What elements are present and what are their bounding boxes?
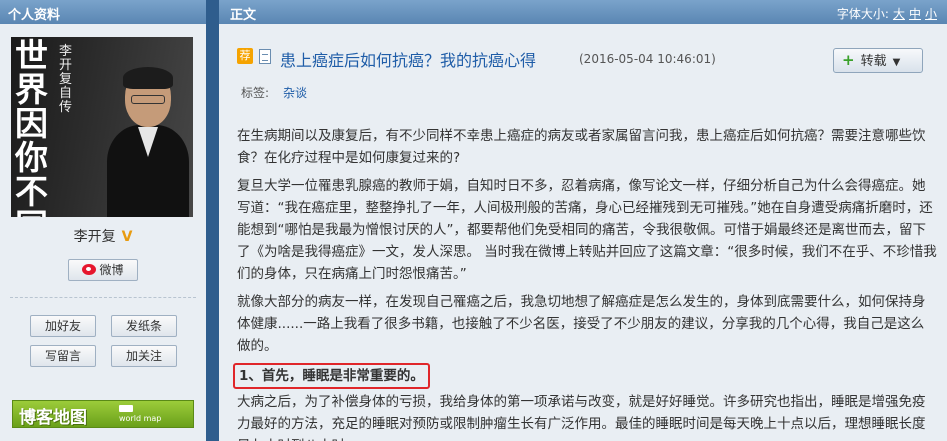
user-name-row: 李开复 V <box>0 226 206 246</box>
font-size-small[interactable]: 小 <box>925 7 937 21</box>
article-panel: 正文 字体大小: 大中小 荐 患上癌症后如何抗癌？我的抗癌心得 (2016-05-… <box>219 0 947 441</box>
leave-message-button[interactable]: 写留言 <box>30 345 96 367</box>
panel-gap <box>207 0 219 441</box>
tag-link[interactable]: 杂谈 <box>283 86 307 100</box>
paragraph: 复旦大学一位罹患乳腺癌的教师于娟，自知时日不多，忍着病痛，像写论文一样，仔细分析… <box>237 178 937 282</box>
send-note-button[interactable]: 发纸条 <box>111 315 177 337</box>
add-friend-button[interactable]: 加好友 <box>30 315 96 337</box>
article-body: 在生病期间以及康复后，有不少同样不幸患上癌症的病友或者家属留言问我，患上癌症后如… <box>233 125 937 441</box>
dropdown-arrow-icon: ▼ <box>892 57 901 68</box>
profile-panel: 个人资料 世界因你不同 李开复自传 李开复 V 微博 加好友 发纸条 写留言 加关… <box>0 0 206 441</box>
map-icon <box>119 405 133 412</box>
article-title: 患上癌症后如何抗癌？我的抗癌心得 <box>280 51 537 70</box>
tags-label: 标签: <box>241 86 270 100</box>
highlighted-heading: 1、首先，睡眠是非常重要的。 <box>233 363 430 389</box>
paragraph: 在生病期间以及康复后，有不少同样不幸患上癌症的病友或者家属留言问我，患上癌症后如… <box>237 128 926 166</box>
font-size-label: 字体大小: <box>836 7 889 21</box>
portrait-figure <box>107 55 189 217</box>
tags-row: 标签: 杂谈 <box>241 84 307 101</box>
book-title: 世界因你不同 <box>15 37 48 218</box>
profile-photo[interactable]: 世界因你不同 李开复自传 <box>11 37 193 217</box>
article-date: (2016-05-04 10:46:01) <box>579 52 716 66</box>
article-header: 正文 字体大小: 大中小 <box>219 0 947 24</box>
book-subtitle: 李开复自传 <box>59 44 73 115</box>
plus-icon: + <box>842 51 855 69</box>
profile-header: 个人资料 <box>0 0 206 24</box>
divider <box>10 297 196 298</box>
paragraph: 就像大部分的病友一样，在发现自己罹癌之后，我急切地想了解癌症是怎么发生的，身体到… <box>237 294 926 354</box>
recommend-badge: 荐 <box>237 48 253 64</box>
verified-icon: V <box>121 229 133 245</box>
font-size-control: 字体大小: 大中小 <box>837 5 937 22</box>
weibo-button[interactable]: 微博 <box>68 259 138 281</box>
user-name[interactable]: 李开复 <box>74 229 116 245</box>
weibo-icon <box>82 264 97 275</box>
document-icon <box>259 49 271 64</box>
font-size-large[interactable]: 大 <box>893 7 905 21</box>
font-size-medium[interactable]: 中 <box>909 7 921 21</box>
repost-button[interactable]: + 转载 ▼ <box>833 48 923 73</box>
blog-map-title: 博客地图 <box>19 408 87 428</box>
blog-map-banner[interactable]: 博客地图 world map <box>12 400 194 428</box>
paragraph: 大病之后，为了补偿身体的亏损，我给身体的第一项承诺与改变，就是好好睡觉。许多研究… <box>237 394 926 441</box>
article-header-label: 正文 <box>230 8 257 23</box>
follow-button[interactable]: 加关注 <box>111 345 177 367</box>
blog-map-subtitle: world map <box>119 414 162 423</box>
